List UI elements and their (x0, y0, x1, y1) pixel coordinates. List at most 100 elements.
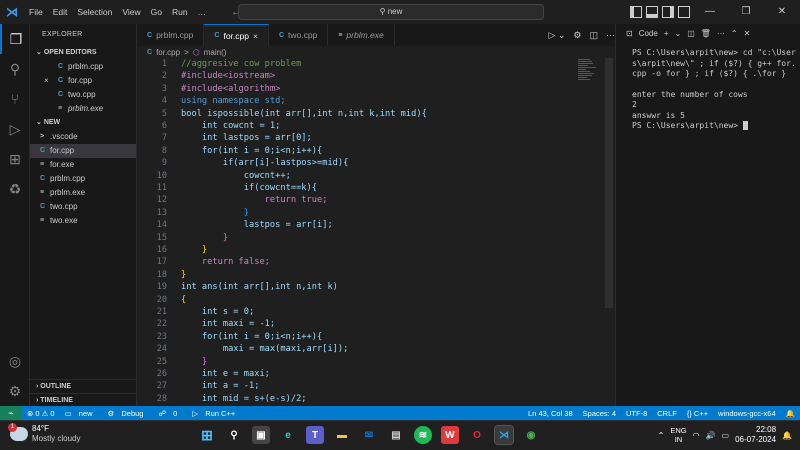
file-item[interactable]: ≡ for.exe (30, 158, 136, 172)
notification-bell-icon[interactable]: 🔔 (782, 431, 792, 440)
menu-view[interactable]: View (117, 0, 145, 24)
open-editor-item[interactable]: ≡ prblm.exe (30, 102, 136, 116)
problems-count[interactable]: ⊗ 0 ⚠ 0 (22, 409, 60, 418)
maximize-button[interactable]: ❐ (730, 6, 762, 18)
tab-two-cpp[interactable]: Ctwo.cpp (269, 24, 329, 46)
settings-gear-icon[interactable]: ⚙ (0, 376, 30, 406)
chrome-icon[interactable]: ◉ (522, 426, 540, 444)
minimap[interactable] (578, 58, 598, 98)
battery-icon[interactable]: ▭ (722, 431, 730, 440)
vscode-taskbar-icon[interactable]: ⋊ (494, 425, 514, 445)
settings-gear-icon[interactable]: ⚙ (573, 30, 581, 41)
teams-icon[interactable]: T (306, 426, 324, 444)
cursor-position[interactable]: Ln 43, Col 38 (523, 409, 578, 418)
spotify-icon[interactable]: ≋ (414, 426, 432, 444)
platform-config[interactable]: windows-gcc-x64 (713, 409, 781, 418)
file-item[interactable]: ≡ two.exe (30, 214, 136, 228)
account-icon[interactable]: ◎ (0, 346, 30, 376)
breadcrumb-symbol[interactable]: main() (204, 48, 227, 57)
new-terminal-icon[interactable]: + (664, 29, 669, 38)
file-item[interactable]: Ctwo.cpp (30, 200, 136, 214)
open-editors-section[interactable]: ⌄ OPEN EDITORS (30, 46, 136, 60)
editor-scrollbar[interactable] (605, 58, 613, 406)
close-icon[interactable]: × (253, 31, 258, 41)
source-control-icon[interactable]: ⑂ (0, 84, 30, 114)
open-editor-item[interactable]: Cprblm.cpp (30, 60, 136, 74)
folder-status[interactable]: ▭ new (60, 409, 103, 418)
tab-prblm-cpp[interactable]: Cprblm.cpp (137, 24, 205, 46)
python-icon[interactable]: ♻ (0, 174, 30, 204)
run-cpp-button[interactable]: ▷ Run C++ (187, 409, 245, 418)
run-debug-icon[interactable]: ▷ (0, 114, 30, 144)
file-item[interactable]: ≡ prblm.exe (30, 186, 136, 200)
volume-icon[interactable]: 🔊 (706, 431, 716, 440)
breadcrumb-file[interactable]: for.cpp (156, 48, 180, 57)
menu-more[interactable]: … (193, 0, 212, 24)
close-icon[interactable]: ✕ (744, 29, 751, 38)
code-line: } (181, 232, 229, 243)
menu-go[interactable]: Go (146, 0, 167, 24)
command-center-search[interactable]: ⚲ new (238, 4, 544, 20)
language-mode[interactable]: {} C++ (682, 409, 713, 418)
time: 22:08 (756, 425, 777, 434)
ports-status[interactable]: ☍ 0 (153, 409, 187, 418)
search-icon[interactable]: ⚲ (225, 426, 243, 444)
terminal-output[interactable]: PS C:\Users\arpit\new> cd "c:\Users\arpi… (632, 48, 797, 132)
binary-file-icon: ≡ (338, 31, 343, 39)
toggle-sidebar-icon[interactable] (630, 6, 642, 18)
timeline-section[interactable]: › TIMELINE (30, 393, 137, 407)
run-play-icon[interactable]: ▷ ⌄ (548, 30, 565, 41)
chevron-up-icon[interactable]: ⌃ (731, 29, 738, 38)
outline-section[interactable]: › OUTLINE (30, 379, 137, 393)
minimize-button[interactable]: — (694, 6, 726, 18)
code-editor[interactable]: 1 2 3 4 5 6 7 8 9 10 11 12 13 14 15 16 1… (137, 58, 615, 406)
file-item[interactable]: Cprblm.cpp (30, 172, 136, 186)
wifi-icon[interactable]: ◠ (693, 431, 700, 440)
menu-run[interactable]: Run (167, 0, 193, 24)
menu-edit[interactable]: Edit (48, 0, 73, 24)
close-window-button[interactable]: ✕ (766, 6, 798, 18)
tab-for-cpp[interactable]: Cfor.cpp × (204, 24, 269, 46)
encoding[interactable]: UTF-8 (621, 409, 652, 418)
notifications-bell-icon[interactable]: 🔔 (781, 409, 800, 418)
clock[interactable]: 22:08 06-07-2024 (735, 425, 776, 445)
wps-office-icon[interactable]: W (441, 426, 459, 444)
toggle-secondary-sidebar-icon[interactable] (662, 6, 674, 18)
scrollbar-thumb[interactable] (605, 58, 613, 308)
language-indicator[interactable]: ENG IN (670, 426, 686, 444)
close-icon[interactable]: × (44, 74, 58, 88)
chevron-down-icon[interactable]: ⌄ (675, 29, 682, 38)
file-explorer-icon[interactable]: ▬ (333, 426, 351, 444)
layout-icon[interactable] (678, 6, 690, 18)
folder-section[interactable]: ⌄ NEW (30, 116, 136, 130)
split-terminal-icon[interactable]: ◫ (687, 29, 695, 38)
store-icon[interactable]: ▤ (387, 426, 405, 444)
folder-item[interactable]: > .vscode (30, 130, 136, 144)
split-editor-icon[interactable]: ◫ (589, 30, 598, 41)
debug-status[interactable]: ⚙ Debug (103, 409, 154, 418)
task-view-icon[interactable]: ▣ (252, 426, 270, 444)
more-actions-icon[interactable]: ··· (606, 30, 615, 40)
indentation[interactable]: Spaces: 4 (578, 409, 621, 418)
mail-icon[interactable]: ✉ (360, 426, 378, 444)
toggle-panel-icon[interactable] (646, 6, 658, 18)
open-editor-item[interactable]: × Cfor.cpp (30, 74, 136, 88)
search-view-icon[interactable]: ⚲ (0, 54, 30, 84)
file-item[interactable]: Cfor.cpp (30, 144, 136, 158)
more-actions-icon[interactable]: ··· (717, 29, 725, 38)
chevron-up-icon[interactable]: ⌃ (658, 431, 665, 440)
tab-prblm-exe[interactable]: ≡ prblm.exe (328, 24, 395, 46)
menu-selection[interactable]: Selection (72, 0, 117, 24)
opera-icon[interactable]: O (468, 426, 486, 444)
open-editor-item[interactable]: Ctwo.cpp (30, 88, 136, 102)
menu-file[interactable]: File (24, 0, 48, 24)
line-endings[interactable]: CRLF (652, 409, 682, 418)
terminal-tab-label[interactable]: Code (639, 29, 658, 38)
extensions-icon[interactable]: ⊞ (0, 144, 30, 174)
remote-indicator[interactable]: ⌁ (0, 406, 22, 420)
windows-start-icon[interactable]: ⊞ (198, 426, 216, 444)
weather-widget[interactable]: 1 84°F Mostly cloudy (8, 423, 80, 444)
edge-browser-icon[interactable]: e (279, 426, 297, 444)
trash-icon[interactable]: 🗑 (701, 29, 711, 38)
explorer-icon[interactable]: ❐ (0, 24, 30, 54)
